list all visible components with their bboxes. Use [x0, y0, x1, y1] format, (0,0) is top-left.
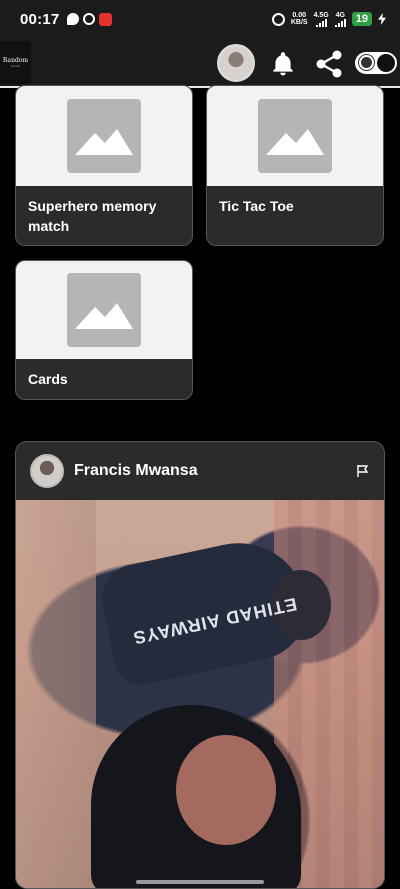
post-header: Francis Mwansa: [16, 442, 384, 500]
post-card: Francis Mwansa ETIHAD AIRWAYS: [15, 441, 385, 889]
logo-text: Random: [2, 57, 29, 64]
image-placeholder-icon: [67, 99, 141, 173]
game-title: Tic Tac Toe: [219, 198, 294, 214]
signal-1-label: 4.5G: [313, 11, 329, 19]
status-time: 00:17: [20, 10, 60, 28]
status-bar: 00:17 0.00 KB/S 4.5G 4G 19: [0, 0, 400, 38]
net-speed-value: 0.00: [292, 12, 306, 19]
image-placeholder-icon: [67, 273, 141, 347]
home-indicator[interactable]: [136, 880, 264, 884]
network-speed: 0.00 KB/S: [291, 12, 308, 26]
notification-icons: [67, 12, 113, 26]
alarm-icon: [271, 12, 285, 26]
net-speed-unit: KB/S: [290, 19, 308, 26]
chat-bubble-icon: [67, 13, 80, 25]
game-title: Cards: [28, 371, 68, 387]
game-title: Superhero memory match: [28, 198, 157, 234]
status-right: 0.00 KB/S 4.5G 4G 19: [271, 11, 386, 27]
author-avatar[interactable]: [30, 454, 64, 488]
signal-2-label: 4G: [335, 11, 345, 19]
game-card-cards[interactable]: Cards: [15, 260, 193, 400]
bell-icon[interactable]: [270, 50, 296, 76]
signal-2: 4G: [334, 11, 346, 27]
game-thumbnail: [16, 86, 192, 186]
battery-level: 19: [351, 12, 372, 26]
game-card-superhero[interactable]: Superhero memory match: [15, 85, 193, 246]
whatsapp-icon: [83, 13, 96, 25]
app-header: Random AI.com: [0, 38, 400, 88]
vivaldi-icon: [99, 12, 113, 26]
toggle-knob: [377, 54, 395, 72]
sun-icon: [361, 57, 372, 68]
game-thumbnail: [16, 261, 192, 359]
signal-bars-icon: [334, 18, 346, 27]
profile-avatar[interactable]: [217, 44, 255, 82]
author-name[interactable]: Francis Mwansa: [74, 462, 198, 480]
app-logo[interactable]: Random AI.com: [0, 41, 31, 84]
signal-1: 4.5G: [314, 12, 329, 27]
image-placeholder-icon: [258, 99, 332, 173]
share-icon[interactable]: [313, 48, 345, 80]
logo-subtext: AI.com: [10, 64, 21, 68]
theme-toggle[interactable]: [355, 52, 397, 74]
signal-bars-icon: [315, 18, 327, 27]
game-card-tic-tac-toe[interactable]: Tic Tac Toe: [206, 85, 384, 246]
post-photo[interactable]: ETIHAD AIRWAYS: [16, 500, 384, 888]
game-thumbnail: [207, 86, 383, 186]
charging-icon: [378, 13, 386, 25]
flag-icon[interactable]: [356, 464, 370, 478]
